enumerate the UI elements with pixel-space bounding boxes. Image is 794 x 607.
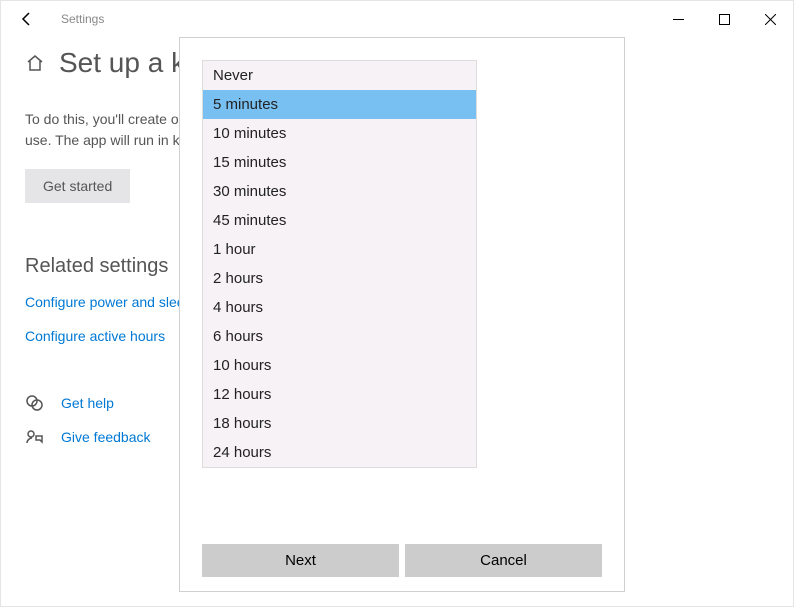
dropdown-option[interactable]: 6 hours — [203, 322, 476, 351]
dropdown-option[interactable]: 5 minutes — [203, 90, 476, 119]
close-button[interactable] — [747, 4, 793, 34]
minimize-button[interactable] — [655, 4, 701, 34]
dropdown-option[interactable]: 18 hours — [203, 409, 476, 438]
dropdown-option[interactable]: 12 hours — [203, 380, 476, 409]
feedback-icon — [25, 428, 43, 446]
dropdown-option[interactable]: 2 hours — [203, 264, 476, 293]
get-started-button[interactable]: Get started — [25, 169, 130, 203]
dropdown-option[interactable]: 45 minutes — [203, 206, 476, 235]
give-feedback-link[interactable]: Give feedback — [61, 429, 151, 445]
dropdown-option[interactable]: 15 minutes — [203, 148, 476, 177]
cancel-button[interactable]: Cancel — [405, 544, 602, 577]
home-icon — [25, 53, 45, 73]
get-help-link[interactable]: Get help — [61, 395, 114, 411]
idle-timeout-dropdown[interactable]: Never5 minutes10 minutes15 minutes30 min… — [202, 60, 477, 468]
back-button[interactable] — [15, 7, 39, 31]
maximize-button[interactable] — [701, 4, 747, 34]
dropdown-option[interactable]: 10 hours — [203, 351, 476, 380]
dropdown-option[interactable]: 30 minutes — [203, 177, 476, 206]
kiosk-wizard-modal: Never5 minutes10 minutes15 minutes30 min… — [179, 37, 625, 592]
help-icon — [25, 394, 43, 412]
dropdown-option[interactable]: 10 minutes — [203, 119, 476, 148]
window-title: Settings — [61, 12, 104, 26]
dropdown-option[interactable]: 4 hours — [203, 293, 476, 322]
dropdown-option[interactable]: 24 hours — [203, 438, 476, 467]
dropdown-option[interactable]: 1 hour — [203, 235, 476, 264]
dropdown-option[interactable]: Never — [203, 61, 476, 90]
next-button[interactable]: Next — [202, 544, 399, 577]
